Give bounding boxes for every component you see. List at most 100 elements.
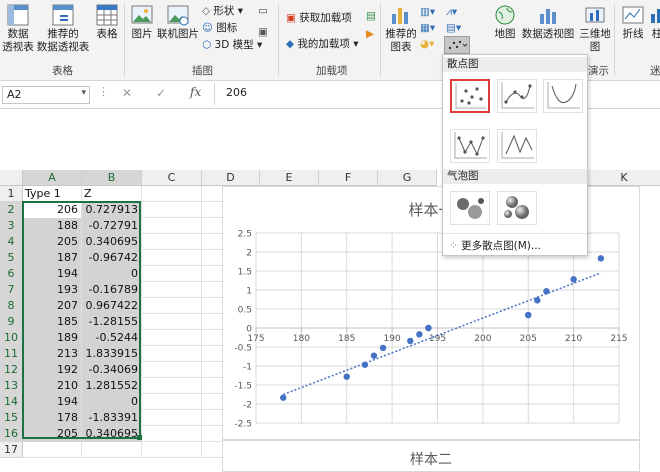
sparkline-line-label: 折线 <box>622 28 644 40</box>
more-scatter-label: 更多散点图(M)... <box>461 240 541 252</box>
data-point[interactable] <box>570 276 577 283</box>
shapes-button[interactable]: ◇ 形状 ▾ <box>202 5 243 18</box>
scatter-smooth-markers-icon <box>501 82 534 109</box>
formula-input[interactable]: 206 <box>226 86 247 99</box>
smartart-button[interactable]: ▭ <box>258 5 268 18</box>
line-chart-icon: ⩘▾ <box>446 6 458 18</box>
column-chart-button[interactable]: ▥▾ <box>420 6 435 19</box>
group-separator <box>124 4 125 76</box>
addins-icon: ◆ <box>286 38 295 50</box>
insert-function-button[interactable]: fx <box>190 85 201 99</box>
row-header[interactable]: 15 <box>0 410 23 426</box>
more-scatter-charts-item[interactable]: ⁘ 更多散点图(M)... <box>449 238 541 253</box>
hierarchy-chart-button[interactable]: ▦▾ <box>420 22 435 35</box>
my-addins-button[interactable]: ◆ 我的加载项 ▾ <box>286 38 359 51</box>
cell-b1[interactable]: Z <box>82 186 141 202</box>
select-all-corner[interactable] <box>0 170 23 186</box>
column-header-e[interactable]: E <box>260 170 319 186</box>
row-header[interactable]: 13 <box>0 378 23 394</box>
scatter-straight-markers-option[interactable] <box>450 129 490 163</box>
row-header[interactable]: 9 <box>0 314 23 330</box>
map-button[interactable]: 地图 <box>492 4 518 41</box>
data-point[interactable] <box>543 288 550 295</box>
row-header[interactable]: 5 <box>0 250 23 266</box>
row-header[interactable]: 16 <box>0 426 23 442</box>
row-header[interactable]: 10 <box>0 330 23 346</box>
column-header-d[interactable]: D <box>202 170 260 186</box>
scatter-chart-icon <box>448 40 468 50</box>
column-header-f[interactable]: F <box>319 170 378 186</box>
scatter-straight-option[interactable] <box>497 129 537 163</box>
scatter-smooth-markers-option[interactable] <box>497 79 537 113</box>
bubble-option[interactable] <box>450 191 490 225</box>
column-header-k[interactable]: K <box>588 170 660 186</box>
enter-icon[interactable]: ✓ <box>156 86 166 100</box>
pivot-chart-button[interactable]: 数据透视图 <box>520 4 576 41</box>
row-header[interactable]: 12 <box>0 362 23 378</box>
recommended-charts-button[interactable]: 推荐的 图表 <box>384 4 418 54</box>
column-header-c[interactable]: C <box>142 170 202 186</box>
model3d-button[interactable]: ⬡ 3D 模型 ▾ <box>202 39 262 52</box>
data-point[interactable] <box>343 373 350 380</box>
cancel-icon[interactable]: ✕ <box>122 86 132 100</box>
scatter-chart-button[interactable] <box>444 36 470 54</box>
sparkline-column-button[interactable]: 柱 <box>650 4 660 41</box>
recommended-pivot-button[interactable]: 推荐的 数据透视表 <box>36 4 90 54</box>
data-point[interactable] <box>597 255 605 262</box>
data-point[interactable] <box>370 352 378 359</box>
row-header[interactable]: 14 <box>0 394 23 410</box>
bubble-3d-option[interactable] <box>497 191 537 225</box>
data-point[interactable] <box>525 311 532 319</box>
cell-a1[interactable]: Type 1 <box>23 186 81 202</box>
fill-handle[interactable] <box>137 435 142 440</box>
row-header[interactable]: 7 <box>0 282 23 298</box>
bubble-section-header: 气泡图 <box>443 169 587 184</box>
y-tick-label: 0.5 <box>238 306 252 316</box>
sparkline-line-button[interactable]: 折线 <box>618 4 648 41</box>
row-header[interactable]: 4 <box>0 234 23 250</box>
globe-icon <box>495 5 515 25</box>
data-point[interactable] <box>534 297 541 304</box>
data-point[interactable] <box>425 324 432 332</box>
chart-area-2[interactable]: 样本二 <box>222 440 640 472</box>
online-picture-button[interactable]: 联机图片 <box>156 4 200 41</box>
screenshot-button[interactable]: ▣ <box>258 26 268 39</box>
icons-icon: ☺ <box>202 22 213 34</box>
name-box[interactable]: A2 ▾ <box>2 86 90 104</box>
pivot-table-button[interactable]: 数据 透视表 <box>2 4 34 54</box>
scatter-option[interactable] <box>450 79 490 113</box>
row-header[interactable]: 2 <box>0 202 23 218</box>
column-header-g[interactable]: G <box>378 170 437 186</box>
data-point[interactable] <box>379 344 387 352</box>
row-header[interactable]: 1 <box>0 186 23 202</box>
row-header[interactable]: 17 <box>0 442 23 458</box>
chart2-title[interactable]: 样本二 <box>223 449 639 469</box>
get-addins-button[interactable]: ▣ 获取加载项 <box>286 12 352 25</box>
data-point[interactable] <box>416 331 423 338</box>
picture-button[interactable]: 图片 <box>128 4 156 41</box>
sparkline-line-icon <box>622 6 644 24</box>
data-point[interactable] <box>407 337 414 345</box>
data-point[interactable] <box>280 394 287 401</box>
scatter-smooth-option[interactable] <box>543 79 583 113</box>
row-header[interactable]: 3 <box>0 218 23 234</box>
model3d-label: 3D 模型 <box>214 39 254 51</box>
row-header[interactable]: 6 <box>0 266 23 282</box>
data-point[interactable] <box>361 361 369 368</box>
column-header-a[interactable]: A <box>23 170 82 186</box>
pie-chart-button[interactable]: ◕▾ <box>420 38 434 51</box>
stat-chart-button[interactable]: ▤▾ <box>446 22 461 35</box>
bing-maps-button[interactable]: ▤ <box>366 10 376 23</box>
table-button[interactable]: 表格 <box>92 4 122 41</box>
map3d-button[interactable]: 三维地 图 <box>578 4 612 54</box>
row-header[interactable]: 8 <box>0 298 23 314</box>
people-graph-button[interactable]: ▶ <box>366 28 374 41</box>
group-separator <box>614 4 615 76</box>
row-header[interactable]: 11 <box>0 346 23 362</box>
group-label-addins: 加载项 <box>316 65 348 77</box>
icons-button[interactable]: ☺ 图标 <box>202 22 237 35</box>
line-chart-button[interactable]: ⩘▾ <box>446 6 457 19</box>
recommended-charts-icon <box>392 8 408 24</box>
group-label-tours: 演示 <box>588 65 609 77</box>
column-header-b[interactable]: B <box>82 170 142 186</box>
